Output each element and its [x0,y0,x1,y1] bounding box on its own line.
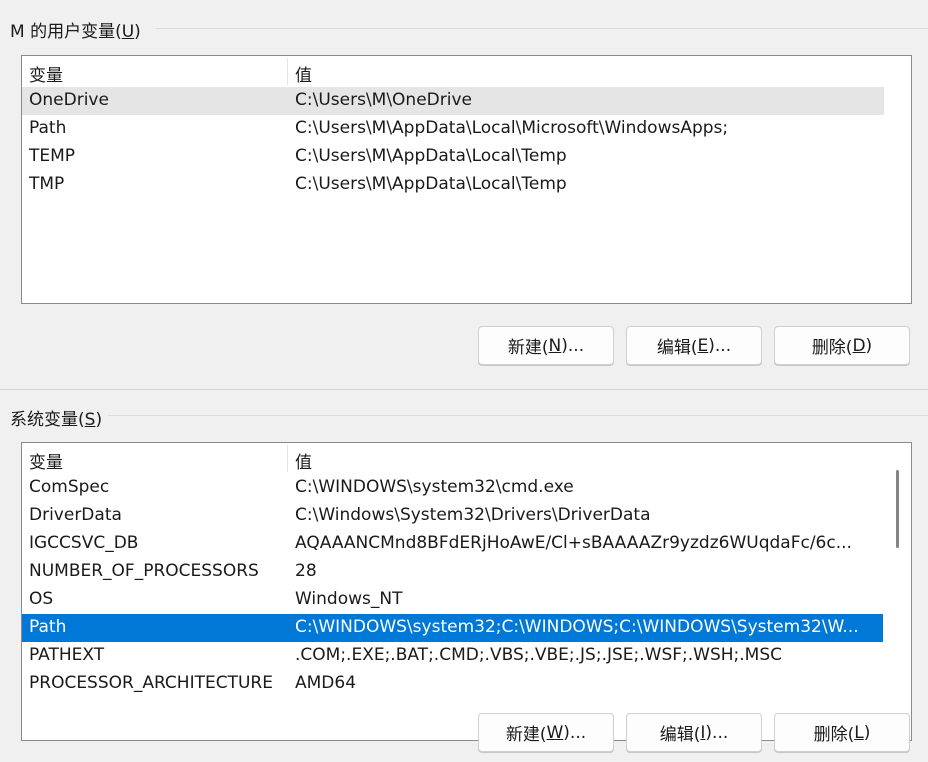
variable-value: C:\Users\M\AppData\Local\Temp [295,146,567,166]
variable-value: AMD64 [295,673,357,693]
user-variables-title: M 的用户变量(U) [10,22,141,42]
variable-value: C:\WINDOWS\system32\cmd.exe [295,477,574,497]
variable-value: C:\Users\M\OneDrive [295,90,472,110]
column-separator[interactable] [287,58,288,85]
column-header-variable[interactable]: 变量 [29,61,63,86]
table-row[interactable]: TEMP C:\Users\M\AppData\Local\Temp [22,143,884,171]
variable-name: DriverData [29,505,122,525]
variable-name: TEMP [29,146,76,166]
list-header: 变量 值 [22,56,884,87]
variable-value: C:\WINDOWS\system32;C:\WINDOWS;C:\WINDOW… [295,617,859,637]
variable-value: C:\Users\M\AppData\Local\Temp [295,174,567,194]
variable-name: Path [29,617,67,637]
table-row[interactable]: OneDrive C:\Users\M\OneDrive [22,87,884,115]
variable-value: C:\Users\M\AppData\Local\Microsoft\Windo… [295,118,729,138]
variable-name: ComSpec [29,477,110,497]
system-edit-button[interactable]: 编辑(I)... [626,713,762,752]
group-divider [108,415,928,416]
column-header-variable[interactable]: 变量 [29,448,63,473]
variable-value: C:\Windows\System32\Drivers\DriverData [295,505,651,525]
user-variables-list[interactable]: 变量 值 OneDrive C:\Users\M\OneDrive Path C… [21,55,912,304]
variable-name: OS [29,589,54,609]
user-new-button[interactable]: 新建(N)... [478,326,614,365]
variable-name: OneDrive [29,90,109,110]
table-row[interactable]: IGCCSVC_DB AQAAANCMnd8BFdERjHoAwE/Cl+sBA… [22,530,884,558]
table-row[interactable]: Path C:\Users\M\AppData\Local\Microsoft\… [22,115,884,143]
column-header-value[interactable]: 值 [295,61,312,86]
table-row[interactable]: TMP C:\Users\M\AppData\Local\Temp [22,171,884,199]
system-new-button[interactable]: 新建(W)... [478,713,614,752]
table-row[interactable]: DriverData C:\Windows\System32\Drivers\D… [22,502,884,530]
vertical-scrollbar[interactable] [883,443,911,740]
variable-value: AQAAANCMnd8BFdERjHoAwE/Cl+sBAAAAZr9yzdz6… [295,533,852,553]
column-separator[interactable] [287,445,288,472]
variable-name: Path [29,118,67,138]
system-variables-group: 系统变量(S) 变量 值 ComSpec C:\WINDOWS\system32… [0,390,928,762]
user-variables-group: M 的用户变量(U) 变量 值 OneDrive C:\Users\M\OneD… [0,0,928,390]
scrollbar-thumb[interactable] [896,470,899,548]
variable-value: Windows_NT [295,589,403,609]
user-delete-button[interactable]: 删除(D) [774,326,910,365]
system-variables-list[interactable]: 变量 值 ComSpec C:\WINDOWS\system32\cmd.exe… [21,442,912,741]
table-row[interactable]: PATHEXT .COM;.EXE;.BAT;.CMD;.VBS;.VBE;.J… [22,642,884,670]
table-row[interactable]: NUMBER_OF_PROCESSORS 28 [22,558,884,586]
user-edit-button[interactable]: 编辑(E)... [626,326,762,365]
list-header: 变量 值 [22,443,884,474]
group-divider [156,28,928,29]
variable-name: NUMBER_OF_PROCESSORS [29,561,259,581]
variable-name: PROCESSOR_ARCHITECTURE [29,673,273,693]
table-row[interactable]: ComSpec C:\WINDOWS\system32\cmd.exe [22,474,884,502]
variable-value: 28 [295,561,317,581]
variable-name: IGCCSVC_DB [29,533,139,553]
column-header-value[interactable]: 值 [295,448,312,473]
system-delete-button[interactable]: 删除(L) [774,713,910,752]
table-row-selected[interactable]: Path C:\WINDOWS\system32;C:\WINDOWS;C:\W… [22,614,884,642]
variable-name: TMP [29,174,65,194]
variable-name: PATHEXT [29,645,105,665]
table-row[interactable]: PROCESSOR_ARCHITECTURE AMD64 [22,670,884,698]
variable-value: .COM;.EXE;.BAT;.CMD;.VBS;.VBE;.JS;.JSE;.… [295,645,783,665]
system-variables-title: 系统变量(S) [10,410,103,430]
table-row[interactable]: OS Windows_NT [22,586,884,614]
